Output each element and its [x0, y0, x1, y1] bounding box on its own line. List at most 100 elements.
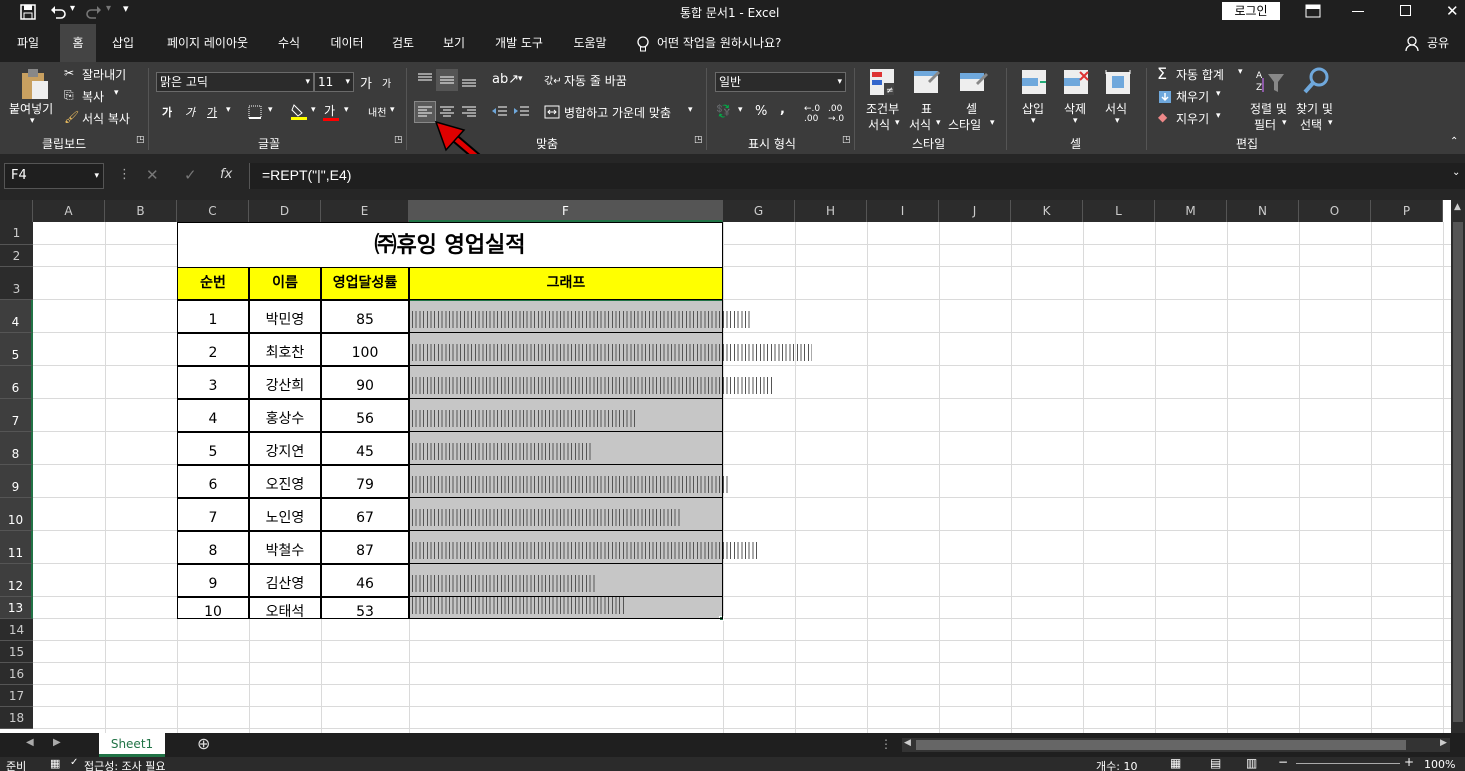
comma-button[interactable]: ,: [780, 102, 785, 117]
table-header[interactable]: 이름: [249, 267, 321, 300]
column-header-h[interactable]: H: [795, 200, 867, 222]
percent-button[interactable]: %: [755, 104, 767, 119]
conditional-dropdown-icon[interactable]: ▾: [895, 118, 900, 128]
table-row-rate[interactable]: 53: [321, 597, 409, 620]
underline-button[interactable]: 가: [207, 104, 217, 120]
italic-button[interactable]: 가: [185, 104, 195, 120]
tab-split-icon[interactable]: ⋮: [880, 737, 892, 751]
page-break-view-icon[interactable]: ▥: [1246, 757, 1257, 770]
add-sheet-icon[interactable]: ⊕: [197, 734, 210, 753]
delete-cells-icon[interactable]: [1062, 68, 1090, 96]
autosum-button[interactable]: 자동 합계: [1176, 66, 1224, 83]
font-color-dropdown-icon[interactable]: ▾: [344, 105, 349, 115]
conditional-format-label-2[interactable]: 서식: [868, 116, 890, 133]
cell-style-label-2[interactable]: 스타일: [948, 116, 981, 133]
table-row-number[interactable]: 4: [177, 399, 249, 432]
name-box[interactable]: F4 ▾: [4, 163, 104, 189]
row-header-9[interactable]: 9: [0, 465, 33, 498]
format-table-label-2[interactable]: 서식: [909, 116, 931, 133]
cell-style-label[interactable]: 셀: [966, 100, 977, 117]
increase-indent-icon[interactable]: [512, 104, 530, 120]
format-dropdown-icon[interactable]: ▾: [1115, 116, 1120, 126]
paste-label[interactable]: 붙여넣기: [9, 100, 53, 117]
orientation-dropdown-icon[interactable]: ▾: [518, 74, 523, 84]
table-row-number[interactable]: 3: [177, 366, 249, 399]
font-launcher-icon[interactable]: ◳: [394, 135, 403, 145]
zoom-in-icon[interactable]: +: [1404, 757, 1414, 769]
table-row-name[interactable]: 강산희: [249, 366, 321, 399]
undo-dropdown-icon[interactable]: ▾: [70, 3, 75, 14]
find-select-dropdown-icon[interactable]: ▾: [1328, 118, 1333, 128]
scroll-next-sheet-icon[interactable]: ▶: [53, 737, 61, 748]
table-row-number[interactable]: 2: [177, 333, 249, 366]
copy-button[interactable]: 복사: [82, 88, 104, 105]
format-table-label[interactable]: 표: [921, 100, 932, 117]
column-header-n[interactable]: N: [1227, 200, 1299, 222]
macro-record-icon[interactable]: ▦: [50, 757, 60, 770]
tab-review[interactable]: 검토: [382, 24, 424, 62]
phonetic-dropdown-icon[interactable]: ▾: [390, 105, 395, 115]
table-row-rate[interactable]: 85: [321, 300, 409, 333]
table-row-number[interactable]: 8: [177, 531, 249, 564]
format-table-icon[interactable]: [912, 67, 942, 97]
paste-icon[interactable]: [20, 67, 50, 101]
table-row-name[interactable]: 오진영: [249, 465, 321, 498]
maximize-icon[interactable]: [1400, 5, 1411, 16]
find-select-label-2[interactable]: 선택: [1300, 116, 1322, 133]
table-row-number[interactable]: 5: [177, 432, 249, 465]
graph-cell[interactable]: [409, 432, 723, 465]
orientation-icon[interactable]: ab↗: [492, 72, 519, 87]
align-bottom-icon[interactable]: [461, 72, 477, 88]
page-layout-view-icon[interactable]: ▤: [1210, 757, 1221, 770]
sheet-tab-sheet1[interactable]: Sheet1: [99, 733, 165, 757]
column-header-g[interactable]: G: [723, 200, 795, 222]
ribbon-display-icon[interactable]: [1305, 4, 1321, 18]
zoom-out-icon[interactable]: −: [1278, 757, 1288, 769]
column-header-o[interactable]: O: [1299, 200, 1371, 222]
tab-view[interactable]: 보기: [434, 24, 474, 62]
graph-cell[interactable]: [409, 597, 723, 619]
more-options-icon[interactable]: ⋮: [118, 167, 131, 182]
column-header-a[interactable]: A: [33, 200, 105, 222]
cell-style-icon[interactable]: [958, 67, 988, 97]
accounting-icon[interactable]: 💱: [716, 104, 731, 118]
table-header[interactable]: 순번: [177, 267, 249, 300]
cancel-icon[interactable]: ✕: [146, 166, 159, 184]
tab-data[interactable]: 데이터: [320, 24, 374, 62]
vertical-scrollbar[interactable]: ▲: [1451, 200, 1465, 733]
table-row-number[interactable]: 9: [177, 564, 249, 597]
table-row-number[interactable]: 7: [177, 498, 249, 531]
row-header-4[interactable]: 4: [0, 300, 33, 333]
tab-developer[interactable]: 개발 도구: [484, 24, 554, 62]
align-center-icon[interactable]: [439, 104, 455, 120]
column-header-l[interactable]: L: [1083, 200, 1155, 222]
minimize-icon[interactable]: [1352, 11, 1364, 12]
column-header-b[interactable]: B: [105, 200, 177, 222]
find-select-icon[interactable]: [1302, 66, 1332, 96]
undo-icon[interactable]: [50, 4, 66, 20]
find-select-label[interactable]: 찾기 및: [1296, 100, 1333, 117]
number-launcher-icon[interactable]: ◳: [842, 135, 851, 145]
copy-dropdown-icon[interactable]: ▾: [114, 88, 119, 98]
table-row-number[interactable]: 1: [177, 300, 249, 333]
paste-dropdown-icon[interactable]: ▾: [30, 116, 35, 126]
phonetic-button[interactable]: 내천: [368, 104, 386, 119]
fill-button[interactable]: 채우기: [1176, 88, 1209, 105]
tell-me-input[interactable]: 어떤 작업을 원하시나요?: [657, 24, 807, 62]
decrease-indent-icon[interactable]: [490, 104, 508, 120]
graph-cell[interactable]: [409, 366, 723, 399]
tab-insert[interactable]: 삽입: [102, 24, 144, 62]
table-row-name[interactable]: 최호찬: [249, 333, 321, 366]
grow-font-button[interactable]: 가: [360, 73, 372, 92]
column-header-m[interactable]: M: [1155, 200, 1227, 222]
table-row-name[interactable]: 박민영: [249, 300, 321, 333]
table-row-rate[interactable]: 67: [321, 498, 409, 531]
border-icon[interactable]: [248, 105, 264, 119]
table-row-number[interactable]: 10: [177, 597, 249, 620]
table-row-number[interactable]: 6: [177, 465, 249, 498]
row-header-17[interactable]: 17: [0, 685, 33, 707]
horizontal-scrollbar[interactable]: ◀ ▶: [902, 738, 1450, 752]
underline-dropdown-icon[interactable]: ▾: [226, 105, 231, 115]
tab-formulas[interactable]: 수식: [268, 24, 310, 62]
insert-function-button[interactable]: fx: [220, 167, 232, 182]
